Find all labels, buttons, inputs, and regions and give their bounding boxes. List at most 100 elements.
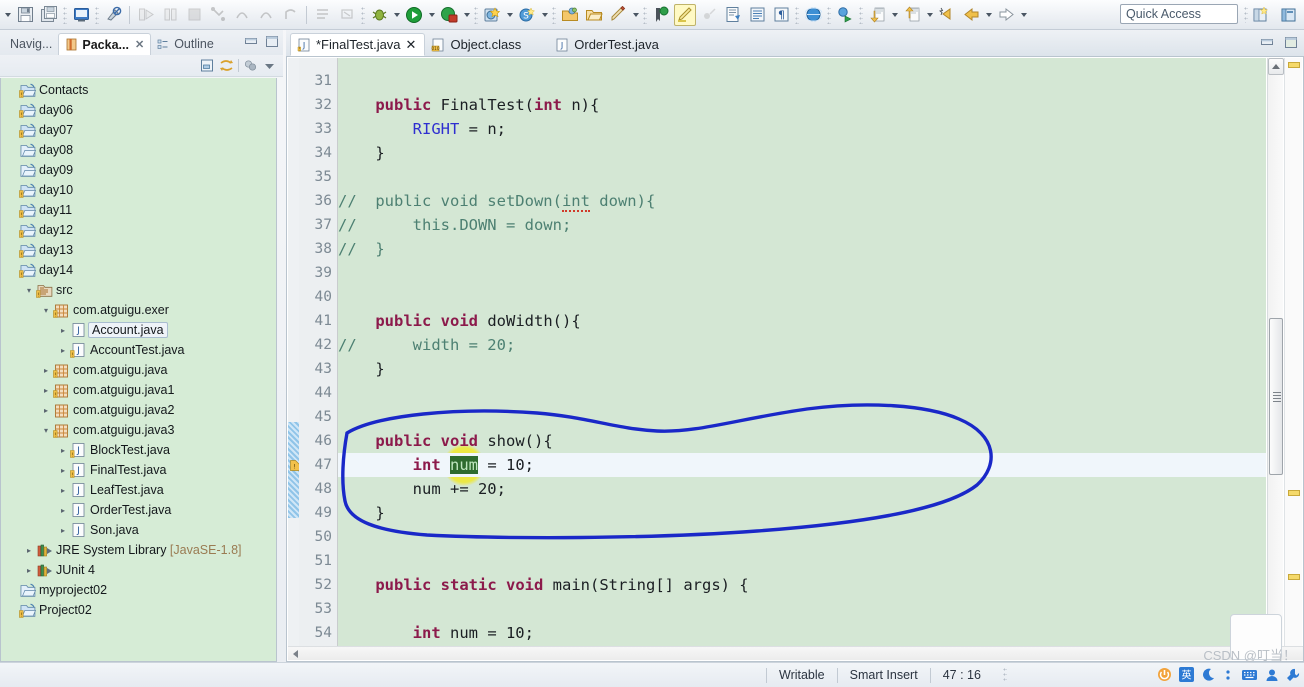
editor-tab-finaltest[interactable]: J ! *FinalTest.java ✕ <box>290 33 426 56</box>
chevron-right-icon[interactable]: ▸ <box>56 326 70 335</box>
selected-token[interactable]: num <box>450 456 478 474</box>
chevron-right-icon[interactable]: ▸ <box>39 366 53 375</box>
quick-access-input[interactable]: Quick Access <box>1120 4 1238 24</box>
tree-item[interactable]: ▸ J Son.java <box>1 520 276 540</box>
tree-item[interactable]: ! day11 <box>1 200 276 220</box>
debug-button[interactable] <box>368 4 390 26</box>
code-line[interactable] <box>338 69 1266 93</box>
print-button[interactable] <box>70 4 92 26</box>
step-over-button[interactable] <box>231 4 253 26</box>
close-icon[interactable]: ✕ <box>406 37 417 53</box>
code-line[interactable] <box>338 261 1266 285</box>
minimize-editor-button[interactable] <box>1259 35 1274 49</box>
coverage-dropdown[interactable] <box>461 4 472 26</box>
java-source-editor[interactable]: ! 31 32 33 34 35 36 37 38 39 40 41 42 43 44 45 46 47 48 49… <box>286 56 1304 662</box>
overview-ruler[interactable] <box>1284 58 1302 648</box>
back-dropdown[interactable] <box>983 4 994 26</box>
tree-item[interactable]: ▸ com.atguigu.java2 <box>1 400 276 420</box>
view-menu-button[interactable] <box>262 59 277 73</box>
code-line[interactable]: // } <box>338 237 1266 261</box>
view-tab-outline[interactable]: Outline <box>151 33 220 55</box>
tree-item[interactable]: ! day12 <box>1 220 276 240</box>
step-return-button[interactable] <box>255 4 277 26</box>
ime-language-icon[interactable]: 英 <box>1179 667 1194 685</box>
new-wizard-dropdown[interactable] <box>2 4 13 26</box>
forward-dropdown[interactable] <box>1018 4 1029 26</box>
chevron-right-icon[interactable]: ▸ <box>56 486 70 495</box>
new-java-package-button[interactable] <box>312 4 334 26</box>
chevron-right-icon[interactable]: ▸ <box>56 526 70 535</box>
open-perspective-button[interactable] <box>1250 4 1272 26</box>
maximize-editor-button[interactable] <box>1283 35 1298 49</box>
vertical-scrollbar[interactable] <box>1267 58 1284 648</box>
tree-item[interactable]: ▸ JRE System Library [JavaSE-1.8] <box>1 540 276 560</box>
toggle-breakpoint-button[interactable] <box>650 4 672 26</box>
last-edit-location-button[interactable] <box>936 4 958 26</box>
open-task-button[interactable] <box>559 4 581 26</box>
code-line-current[interactable]: int num = 10; <box>338 453 1266 477</box>
next-annotation-button[interactable] <box>866 4 888 26</box>
chevron-right-icon[interactable]: ▸ <box>56 466 70 475</box>
vertical-scroll-thumb[interactable] <box>1269 318 1283 475</box>
code-line[interactable]: public void doWidth(){ <box>338 309 1266 333</box>
tree-item[interactable]: ▾! com.atguigu.java3 <box>1 420 276 440</box>
pencil-dropdown[interactable] <box>630 4 641 26</box>
warning-marker[interactable] <box>1288 490 1300 496</box>
code-line[interactable] <box>338 597 1266 621</box>
scroll-left-button[interactable] <box>288 647 303 661</box>
tree-item[interactable]: ▸ JUnit 4 <box>1 560 276 580</box>
step-into-button[interactable] <box>207 4 229 26</box>
editor-tab-ordertest[interactable]: J OrderTest.java <box>549 33 667 56</box>
code-line[interactable] <box>338 405 1266 429</box>
tree-item[interactable]: ▸! com.atguigu.java1 <box>1 380 276 400</box>
open-folder-button[interactable] <box>583 4 605 26</box>
scroll-up-button[interactable] <box>1268 58 1284 75</box>
java-perspective-button[interactable] <box>1278 4 1300 26</box>
show-view-button[interactable] <box>746 4 768 26</box>
close-icon[interactable]: ✕ <box>135 38 144 51</box>
tree-item[interactable]: myproject02 <box>1 580 276 600</box>
tree-item[interactable]: ▸ J! AccountTest.java <box>1 340 276 360</box>
tree-item[interactable]: ! day06 <box>1 100 276 120</box>
chevron-right-icon[interactable]: ▸ <box>22 546 36 555</box>
warning-marker[interactable] <box>1288 62 1300 68</box>
ime-moon-icon[interactable] <box>1201 668 1215 685</box>
code-text-area[interactable]: public FinalTest(int n){ RIGHT = n; }// … <box>338 58 1266 648</box>
minimize-view-button[interactable] <box>243 34 258 48</box>
project-tree[interactable]: ! Contacts! day06! day07 day08 day09! day10! da… <box>0 78 277 662</box>
ime-dot-icon[interactable] <box>1222 668 1234 685</box>
tree-item[interactable]: day09 <box>1 160 276 180</box>
view-tab-package-explorer[interactable]: Packa... ✕ <box>58 33 152 55</box>
ime-settings-icon[interactable] <box>1286 668 1300 685</box>
tree-item[interactable]: ! Contacts <box>1 80 276 100</box>
pause-button[interactable] <box>159 4 181 26</box>
previous-annotation-button[interactable] <box>901 4 923 26</box>
tree-item[interactable]: day08 <box>1 140 276 160</box>
run-external-button[interactable] <box>135 4 157 26</box>
terminate-button[interactable] <box>183 4 205 26</box>
new-project-dropdown[interactable] <box>504 4 515 26</box>
tree-item[interactable]: ▸ J Account.java <box>1 320 276 340</box>
tree-item[interactable]: ▸ J! FinalTest.java <box>1 460 276 480</box>
save-all-button[interactable] <box>38 4 60 26</box>
run-dropdown[interactable] <box>426 4 437 26</box>
chevron-right-icon[interactable]: ▸ <box>39 406 53 415</box>
code-line[interactable]: public FinalTest(int n){ <box>338 93 1266 117</box>
link-with-editor-button[interactable] <box>219 59 234 73</box>
external-tools-button[interactable] <box>834 4 856 26</box>
globe-button[interactable] <box>802 4 824 26</box>
chevron-down-icon[interactable]: ▾ <box>39 306 53 315</box>
code-line[interactable]: num += 20; <box>338 477 1266 501</box>
back-button[interactable] <box>960 4 982 26</box>
code-line[interactable] <box>338 285 1266 309</box>
new-java-class-button[interactable] <box>336 4 358 26</box>
code-line[interactable]: int num = 10; <box>338 621 1266 645</box>
tree-item[interactable]: ▸! com.atguigu.java <box>1 360 276 380</box>
annotation-button[interactable] <box>698 4 720 26</box>
pencil-button[interactable] <box>607 4 629 26</box>
code-line[interactable]: // width = 20; <box>338 333 1266 357</box>
view-tab-navigator[interactable]: Navig... <box>4 33 58 55</box>
forward-button[interactable] <box>995 4 1017 26</box>
highlighter-button[interactable] <box>674 3 696 26</box>
editor-tab-object-class[interactable]: 010 Object.class <box>425 33 529 56</box>
